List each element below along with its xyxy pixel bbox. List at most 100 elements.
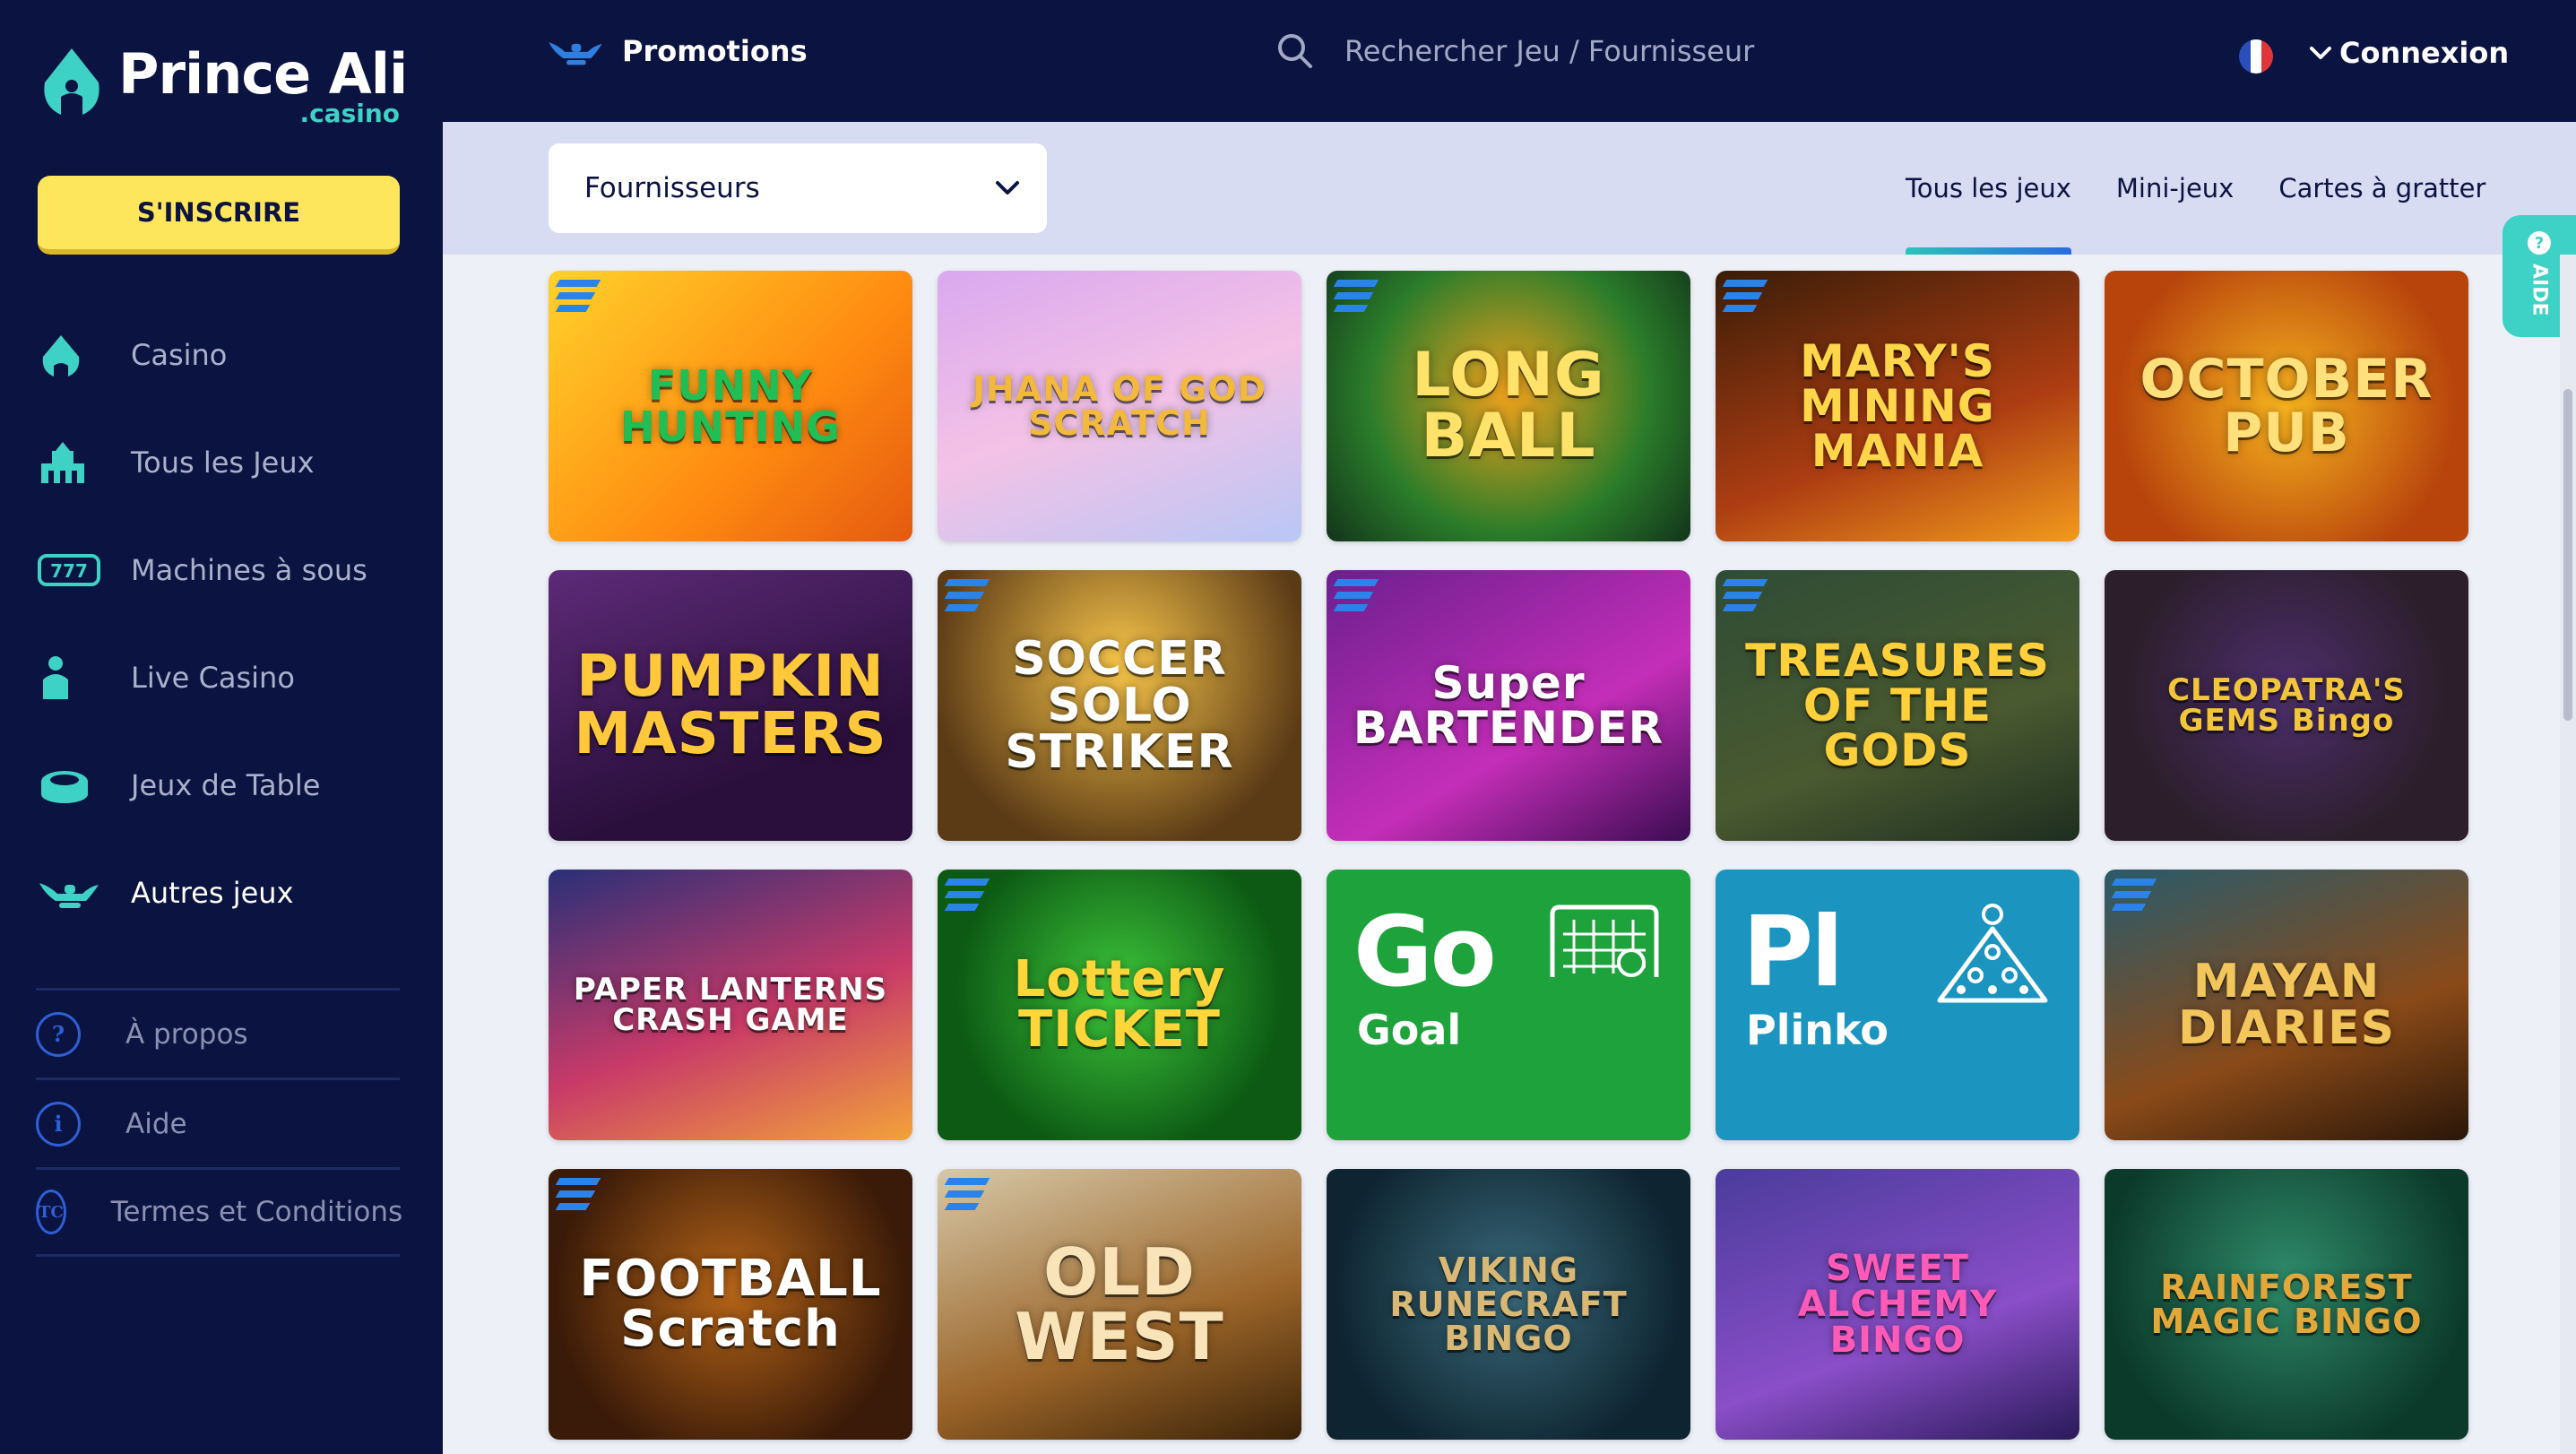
game-tile[interactable]: PUMPKIN MASTERS [549, 570, 912, 841]
sidebar-footer-links: ? À propos i Aide TC Termes et Condition… [36, 988, 402, 1257]
game-category-tabs: Tous les jeux Mini-jeux Cartes à gratter [1906, 122, 2530, 255]
terms-circle-icon: TC [36, 1190, 66, 1234]
sidebar-item-label: Tous les Jeux [131, 446, 315, 480]
provider-badge-icon [944, 1178, 995, 1221]
sidebar-item-label: Live Casino [131, 661, 295, 695]
mini-game-tile-goal[interactable]: Go Goal [1327, 870, 1690, 1140]
sidebar-item-table-games[interactable]: Jeux de Table [0, 731, 443, 839]
provider-badge-icon [944, 878, 995, 922]
brand-name: Prince Ali [118, 41, 408, 107]
info-circle-icon: i [36, 1101, 81, 1147]
terms-link[interactable]: TC Termes et Conditions [36, 1167, 402, 1257]
tab-label: Mini-jeux [2115, 173, 2235, 203]
help-label: AIDE [2528, 264, 2551, 316]
game-tile[interactable]: SOCCER SOLO STRIKER [938, 570, 1301, 841]
provider-badge-icon [555, 280, 606, 323]
mini-game-abbr: Go [1353, 896, 1497, 1008]
tab-all-games[interactable]: Tous les jeux [1906, 122, 2071, 255]
brand-subtitle: .casino [299, 99, 400, 128]
mini-game-name: Plinko [1746, 1006, 1889, 1054]
game-title: OCTOBER PUB [2139, 348, 2433, 464]
sidebar-item-other-games[interactable]: Autres jeux [0, 839, 443, 947]
genie-lamp-icon [549, 42, 602, 65]
language-flag-icon[interactable] [2239, 39, 2273, 74]
game-tile[interactable]: Lottery TICKET [938, 870, 1301, 1140]
provider-dropdown-label: Fournisseurs [584, 172, 760, 204]
promotions-link[interactable]: Promotions [547, 34, 808, 68]
game-tile[interactable]: PAPER LANTERNS CRASH GAME [549, 870, 912, 1140]
search-icon[interactable] [1276, 32, 1314, 70]
tab-scratch-cards[interactable]: Cartes à gratter [2278, 122, 2485, 255]
game-tile[interactable]: FUNNY HUNTING [549, 271, 912, 541]
game-tile[interactable]: FOOTBALL Scratch [549, 1169, 912, 1440]
sidebar-item-live-casino[interactable]: Live Casino [0, 624, 443, 731]
game-title: FOOTBALL Scratch [579, 1250, 882, 1358]
game-title: Super BARTENDER [1353, 657, 1664, 754]
mini-game-abbr: Pl [1742, 896, 1844, 1008]
game-tile[interactable]: TREASURES OF THE GODS [1716, 570, 2079, 841]
provider-badge-icon [1722, 280, 1773, 323]
game-tile[interactable]: Super BARTENDER [1327, 570, 1690, 841]
tab-mini-games[interactable]: Mini-jeux [2116, 122, 2234, 255]
sidebar-item-slots[interactable]: 777 Machines à sous [0, 516, 443, 624]
game-tile[interactable]: MAYAN DIARIES [2105, 870, 2468, 1140]
game-tile[interactable]: OCTOBER PUB [2105, 271, 2468, 541]
filter-bar: Fournisseurs Tous les jeux Mini-jeux Car… [443, 122, 2576, 255]
game-tile[interactable]: OLD WEST [938, 1169, 1301, 1440]
provider-badge-icon [2111, 878, 2162, 922]
slot-machine-icon: 777 [38, 543, 102, 597]
scrollbar-thumb[interactable] [2563, 389, 2572, 721]
provider-badge-icon [1722, 579, 1773, 622]
game-title: MARY'S MINING MANIA [1800, 335, 1995, 477]
provider-dropdown[interactable]: Fournisseurs [549, 143, 1047, 233]
game-title: PAPER LANTERNS CRASH GAME [573, 972, 888, 1038]
login-label: Connexion [2339, 36, 2510, 70]
genie-logo-icon [44, 48, 99, 115]
live-dealer-icon [38, 651, 102, 705]
footer-link-label: À propos [125, 1017, 248, 1051]
game-tile[interactable]: SWEET ALCHEMY BINGO [1716, 1169, 2079, 1440]
game-tile[interactable]: MARY'S MINING MANIA [1716, 271, 2079, 541]
search-input[interactable] [1344, 34, 1846, 68]
help-link[interactable]: i Aide [36, 1078, 400, 1167]
signup-button[interactable]: S'INSCRIRE [38, 176, 400, 255]
login-button[interactable]: Connexion [2309, 36, 2509, 70]
game-tile[interactable]: VIKING RUNECRAFT BINGO [1327, 1169, 1690, 1440]
game-title: MAYAN DIARIES [2177, 955, 2396, 1055]
top-header: Promotions Connexion [443, 0, 2576, 122]
page-scrollbar[interactable] [2560, 255, 2576, 1454]
game-title: JHANA OF GOD SCRATCH [972, 369, 1267, 443]
footer-link-label: Aide [125, 1107, 187, 1140]
sidebar-item-label: Machines à sous [131, 553, 367, 587]
provider-badge-icon [1333, 579, 1384, 622]
provider-badge-icon [555, 1178, 606, 1221]
brand-logo[interactable]: Prince Ali .casino [36, 41, 412, 131]
search-bar [1276, 32, 1846, 70]
game-tile[interactable]: CLEOPATRA'S GEMS Bingo [2105, 570, 2468, 841]
sidebar-item-label: Autres jeux [131, 876, 294, 910]
sidebar-item-all-games[interactable]: Tous les Jeux [0, 409, 443, 516]
game-grid: FUNNY HUNTING JHANA OF GOD SCRATCH LONG … [549, 271, 2468, 1440]
game-title: SWEET ALCHEMY BINGO [1797, 1248, 1998, 1361]
game-title: RAINFOREST MAGIC BINGO [2150, 1268, 2423, 1341]
game-title: CLEOPATRA'S GEMS Bingo [2167, 672, 2406, 739]
mini-game-name: Goal [1357, 1006, 1462, 1054]
question-circle-icon: ? [36, 1011, 81, 1057]
game-title: OLD WEST [1015, 1234, 1224, 1374]
tab-label: Cartes à gratter [2278, 173, 2486, 203]
game-tile[interactable]: JHANA OF GOD SCRATCH [938, 271, 1301, 541]
game-tile[interactable]: RAINFOREST MAGIC BINGO [2105, 1169, 2468, 1440]
game-title: TREASURES OF THE GODS [1745, 635, 2050, 776]
game-tile[interactable]: LONG BALL [1327, 271, 1690, 541]
sidebar-item-label: Jeux de Table [131, 768, 321, 802]
sidebar-item-casino[interactable]: Casino [0, 301, 443, 409]
sidebar-nav: Casino Tous les Jeux 777 Machines à sous… [0, 301, 443, 947]
game-title: LONG BALL [1412, 340, 1605, 472]
sidebar: Prince Ali .casino S'INSCRIRE Casino Tou… [0, 0, 443, 1454]
about-link[interactable]: ? À propos [36, 988, 400, 1078]
casino-icon [38, 328, 102, 382]
all-games-icon [38, 436, 102, 489]
mini-game-tile-plinko[interactable]: Pl Plinko [1716, 870, 2079, 1140]
game-title: PUMPKIN MASTERS [574, 644, 887, 767]
game-title: FUNNY HUNTING [619, 361, 842, 451]
